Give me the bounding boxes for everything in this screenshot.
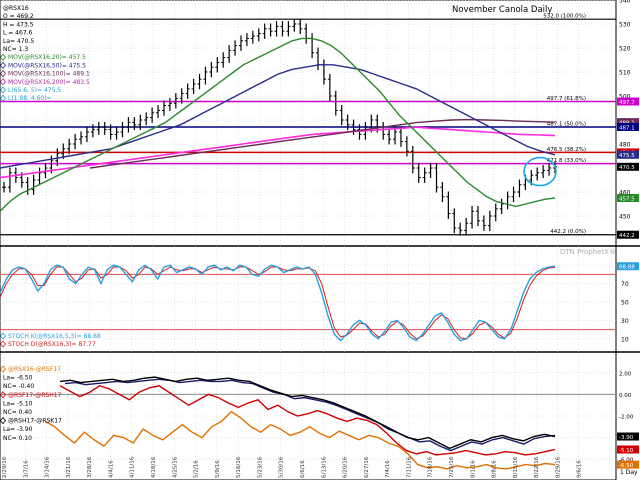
value-tag-label: 457.5 [619,196,635,202]
y-tick-label: 530 [619,22,631,29]
chart-svg: 450460470480490500510520530540November C… [0,0,640,480]
retracement-label: 442.2 (0.0%) [550,229,586,235]
legend-entry: NC= -0.40 [3,383,34,390]
x-tick-label: 9/6/16 [577,460,583,478]
y-tick-label: 520 [619,46,631,53]
legend-marker [0,416,7,425]
x-tick-label: 4/4/16 [108,460,114,478]
y-tick-label: 0.00 [619,393,632,399]
legend-entry: MOV(@RSX16,100)= 489.1 [8,71,90,78]
legend-entry: NC= 1.3 [3,46,28,53]
legend-entry: H = 473.5 [3,21,34,28]
legend-entry: NC= 0.40 [3,409,32,416]
watermark: DTN ProphetX® [560,248,616,256]
value-tag-label: 475.5 [619,153,635,159]
y-tick-label: -2.00 [619,415,634,421]
legend-entry: L(1.88, 4.60)= [8,95,52,102]
legend-marker [0,332,7,340]
y-tick-label: 510 [619,70,631,77]
y-tick-label: 480 [619,142,631,149]
legend-entry: La= -5.10 [3,400,33,407]
y-tick-label: 70 [621,281,629,288]
x-tick-label: 2/29/16 [2,456,8,478]
value-tag-label: -3.90 [619,435,634,441]
legend-entry: La= 470.5 [3,38,34,45]
legend-entry: @RSH17-@RSK17 [8,418,62,425]
stoch-d-line [0,266,556,340]
value-tag-label: -6.50 [619,463,634,469]
legend-marker [0,340,7,348]
x-tick-label: 7/4/16 [385,460,391,478]
value-tag-label: 88.88 [619,265,635,271]
annotation-ellipse [523,156,557,187]
x-tick-label: 4/11/16 [130,456,136,478]
spread-extra-line [64,378,556,452]
value-tag-label: 487.1 [619,125,635,131]
legend-entry: O = 469.2 [3,13,34,20]
x-tick-label: 3/21/16 [66,456,72,478]
x-tick-label: 5/9/16 [215,460,221,478]
legend-marker [0,78,7,86]
legend-marker [0,53,7,61]
retracement-label: 476.5 (38.2%) [547,147,586,153]
x-tick-label: 5/23/16 [257,456,263,478]
x-tick-label: 6/13/16 [321,456,327,478]
legend-entry: MOV(@RSX16,50)= 475.5 [8,62,86,69]
x-tick-label: 6/27/16 [364,456,370,478]
legend-marker [0,69,7,78]
legend-entry: @RSX16-@RSF17 [8,366,61,373]
legend-entry: L(65.6, 5)= 475.5 [8,87,61,94]
x-tick-label: 5/2/16 [194,460,200,478]
y-tick-label: 50 [621,300,629,307]
x-tick-label: 5/30/16 [279,456,285,478]
x-tick-label: 3/7/16 [23,460,29,478]
y-tick-label: 30 [621,318,629,325]
x-tick-label: 6/20/16 [343,456,349,478]
legend-entry: STOCH K(@RSX16,5,3)= 88.88 [8,333,101,340]
legend-marker [0,86,7,94]
value-tag-label: 497.7 [619,100,635,106]
value-tag-label: 470.5 [619,165,635,171]
legend-entry: @RSX16 [3,5,29,12]
chart-title: November Canola Daily [452,5,552,15]
legend-marker [0,365,7,373]
x-tick-label: 8/15/16 [513,456,519,478]
plot-frame [0,0,617,480]
x-tick-label: 3/14/16 [45,456,51,478]
x-tick-label: 8/29/16 [555,456,561,478]
x-tick-label: 3/28/16 [87,456,93,478]
x-tick-label: 4/25/16 [172,456,178,478]
legend-marker [0,61,7,70]
retracement-label: 532.0 (100.0%) [543,14,586,20]
legend-entry: STOCH D(@RSX16,3)= 87.77 [8,341,96,348]
retracement-label: 497.7 (61.8%) [547,96,586,102]
y-tick-label: 2.00 [619,371,632,377]
chart-root: 450460470480490500510520530540November C… [0,0,640,480]
value-tag-label: -5.10 [619,448,634,454]
legend-entry: @RSF17-@RSH17 [8,392,62,399]
x-tick-label: 8/1/16 [470,460,476,478]
value-tag-label: 442.2 [619,233,635,239]
legend-entry: MOV(@RSX16,200)= 483.5 [8,79,90,86]
y-tick-label: 450 [619,214,631,221]
x-tick-label: 5/16/16 [236,456,242,478]
x-tick-label: 7/18/16 [428,456,434,478]
x-tick-label: 7/25/16 [449,456,455,478]
x-tick-label: 4/18/16 [151,456,157,478]
y-tick-label: 10 [621,336,629,343]
legend-entry: NC= 0.10 [3,435,32,442]
x-axis-label: 1 Day [620,469,638,476]
legend-entry: MOV(@RSX16,20)= 457.5 [8,54,86,61]
x-tick-label: 8/22/16 [534,456,540,478]
legend-entry: L = 467.6 [3,30,33,37]
x-tick-label: 6/6/16 [300,460,306,478]
x-tick-label: 7/11/16 [406,456,412,478]
x-tick-label: 8/8/16 [492,460,498,478]
legend-entry: La= -3.90 [3,426,33,433]
legend-entry: La= -6.50 [3,375,33,382]
y-tick-label: 540 [619,0,631,5]
